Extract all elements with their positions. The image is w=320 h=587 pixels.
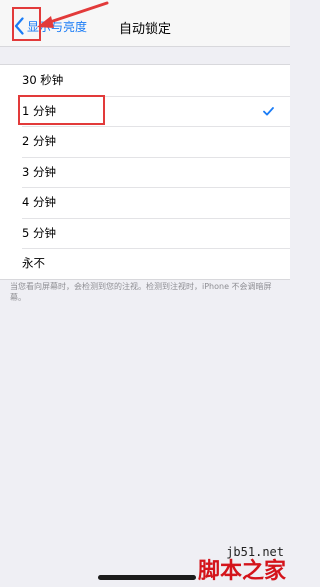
option-label: 3 分钟 (22, 164, 56, 179)
option-5-minutes[interactable]: 5 分钟 (0, 217, 290, 249)
option-label: 30 秒钟 (22, 73, 64, 88)
option-3-minutes[interactable]: 3 分钟 (0, 156, 290, 188)
watermark: jb51.net 脚本之家 (198, 545, 286, 583)
home-indicator[interactable] (98, 575, 196, 580)
annotation-highlight-1-minute (18, 95, 105, 125)
option-label: 5 分钟 (22, 225, 56, 240)
option-2-minutes[interactable]: 2 分钟 (0, 126, 290, 157)
watermark-site: jb51.net (226, 545, 284, 559)
option-30-seconds[interactable]: 30 秒钟 (0, 65, 290, 96)
option-never[interactable]: 永不 (0, 248, 290, 279)
option-4-minutes[interactable]: 4 分钟 (0, 187, 290, 218)
option-label: 永不 (22, 256, 45, 271)
annotation-arrow-icon (37, 1, 109, 28)
option-label: 4 分钟 (22, 195, 56, 210)
attention-note: 当您看向屏幕时，会检测到您的注视。检测到注视时，iPhone 不会调暗屏幕。 (10, 282, 272, 302)
watermark-brand: 脚本之家 (197, 558, 286, 584)
option-label: 2 分钟 (22, 134, 56, 149)
checkmark-icon (263, 105, 274, 119)
